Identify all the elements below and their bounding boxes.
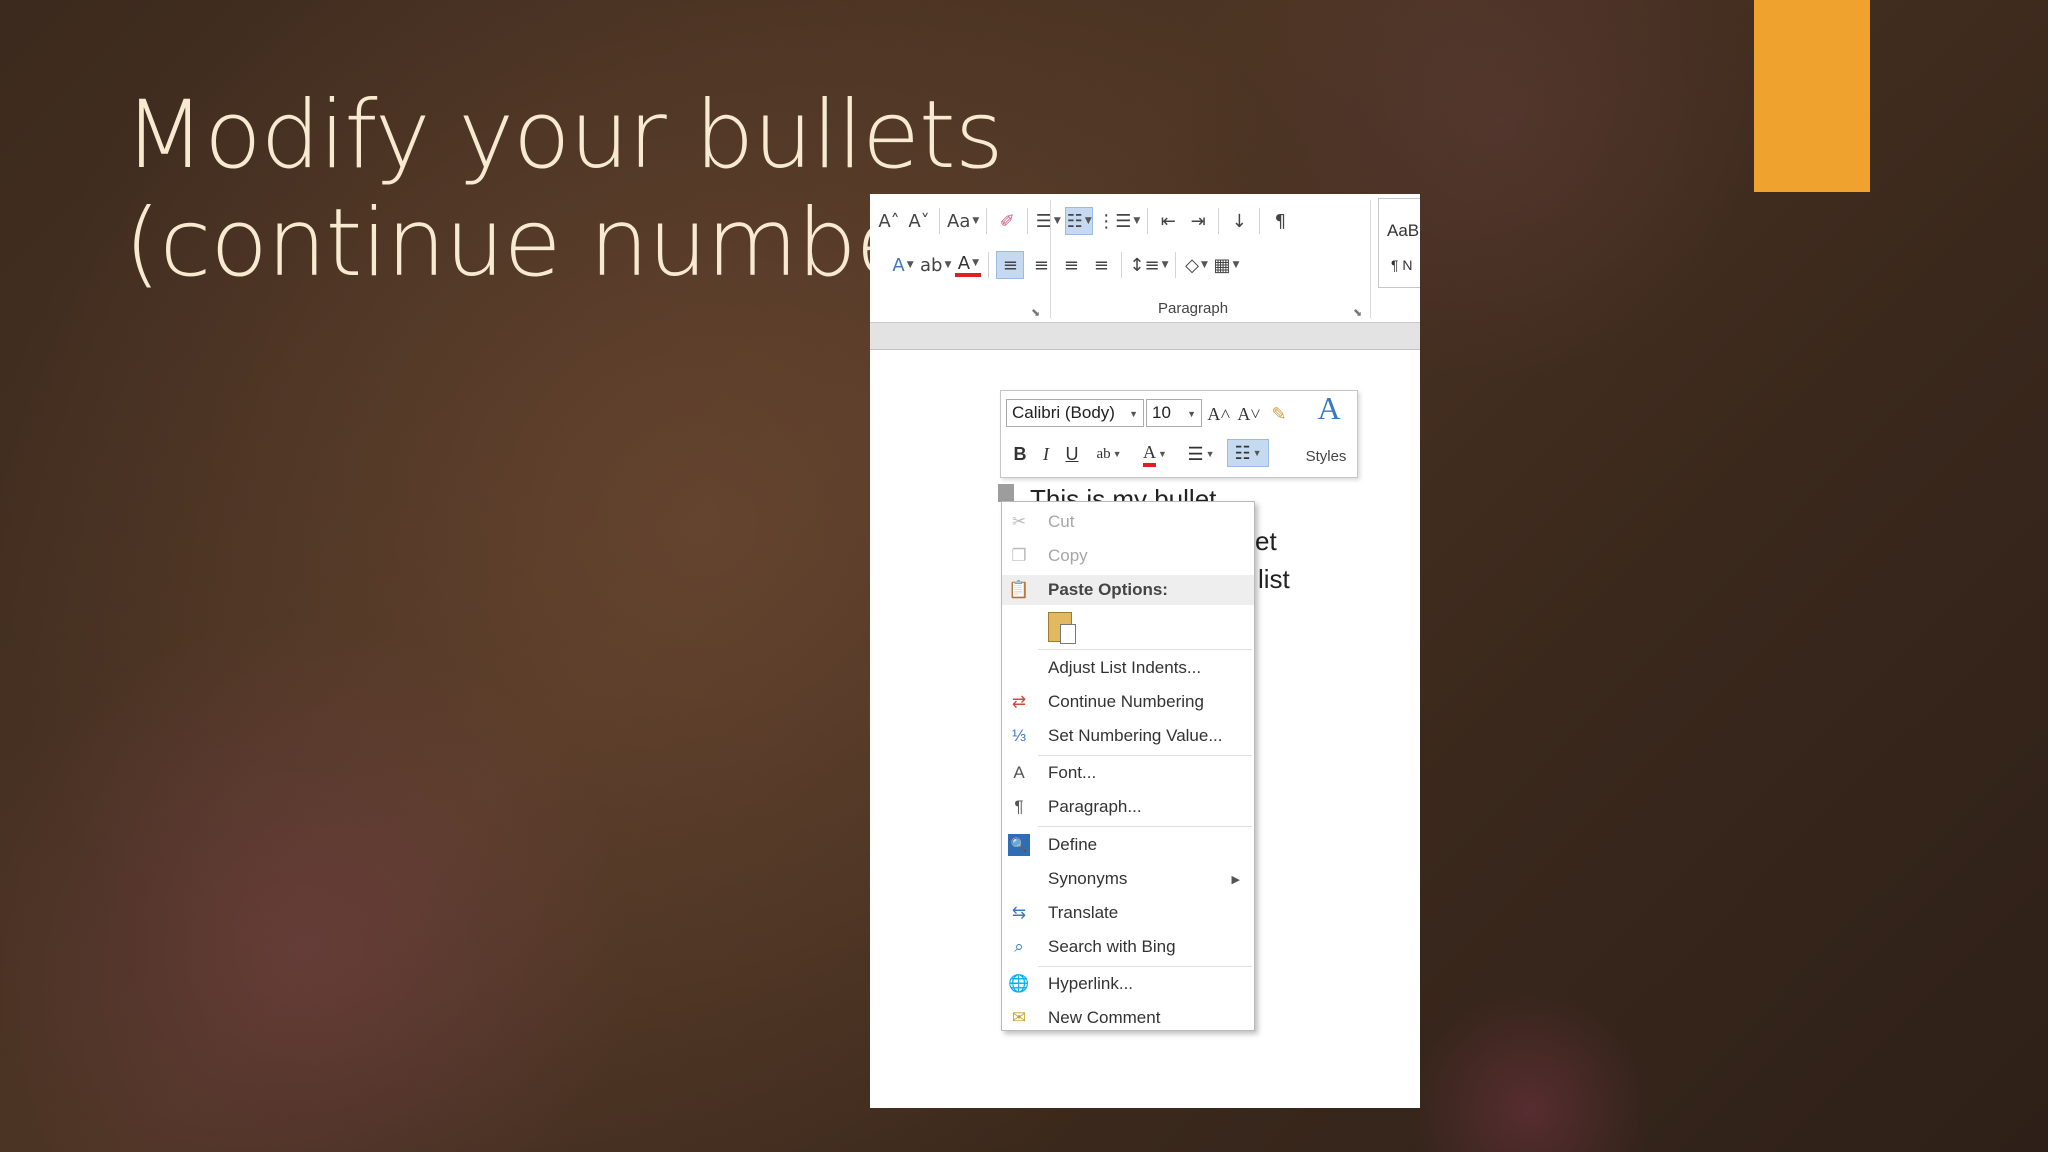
menu-item-continue-numbering[interactable]: ⇄ Continue Numbering — [1002, 687, 1254, 717]
separator — [1175, 252, 1177, 278]
font-dialog-launcher-icon[interactable]: ⬊ — [1031, 306, 1040, 319]
ribbon: A˄ A˅ Aa ▼ ✐ ☰ ▼ ☷ ▼ ⋮☰ ▼ ⇤ ⇥ ↓ ¶ A ▼ ab ▼ A ▼ … — [870, 194, 1420, 322]
decrease-indent-icon[interactable]: ⇤ — [1155, 208, 1181, 234]
set-numbering-icon: ⅓ — [1011, 726, 1027, 745]
bullets-icon[interactable]: ☰ ▼ — [1181, 441, 1221, 467]
copy-icon: ❐ — [1011, 546, 1027, 565]
ribbon-row-1: A˄ A˅ Aa ▼ ✐ ☰ ▼ ☷ ▼ ⋮☰ ▼ ⇤ ⇥ ↓ ¶ — [874, 204, 1295, 238]
menu-item-font[interactable]: A Font... — [1002, 758, 1254, 788]
styles-preview-normal: AaB — [1387, 221, 1420, 240]
font-name-select[interactable]: Calibri (Body) ▼ — [1006, 399, 1144, 427]
ruler-band — [870, 322, 1420, 350]
menu-item-new-comment[interactable]: ✉ New Comment — [1002, 1003, 1254, 1033]
increase-indent-icon[interactable]: ⇥ — [1185, 208, 1211, 234]
mini-toolbar: Calibri (Body) ▼ 10 ▼ A˄ A˅ ✎ A Styles B I… — [1000, 390, 1358, 478]
styles-label[interactable]: Styles — [1299, 443, 1353, 469]
highlight-icon[interactable]: ab ▼ — [1089, 441, 1129, 467]
grow-font-icon[interactable]: A˄ — [1207, 401, 1231, 427]
underline-button[interactable]: U — [1061, 441, 1083, 467]
change-case-button[interactable]: Aa ▼ — [947, 208, 979, 234]
show-marks-icon[interactable]: ¶ — [1267, 208, 1293, 234]
ribbon-row-2: A ▼ ab ▼ A ▼ ≡ ≡ ≡ ≡ ↕≡ ▼ ◇ ▼ ▦ ▼ — [888, 248, 1241, 282]
numbering-icon[interactable]: ☷ ▼ — [1227, 439, 1269, 467]
word-screenshot: A˄ A˅ Aa ▼ ✐ ☰ ▼ ☷ ▼ ⋮☰ ▼ ⇤ ⇥ ↓ ¶ A ▼ ab ▼ A ▼ … — [870, 194, 1420, 1108]
menu-separator — [1038, 649, 1252, 650]
shrink-font-button[interactable]: A˅ — [906, 208, 932, 234]
line-spacing-icon[interactable]: ↕≡ ▼ — [1129, 252, 1168, 278]
font-color-icon[interactable]: A ▼ — [1135, 441, 1175, 467]
bullets-icon[interactable]: ☰ ▼ — [1035, 208, 1061, 234]
page-icon — [1060, 624, 1076, 644]
font-color-icon[interactable]: A ▼ — [955, 253, 982, 277]
menu-item-search-with-bing[interactable]: ⌕ Search with Bing — [1002, 932, 1254, 962]
font-size-select[interactable]: 10 ▼ — [1146, 399, 1202, 427]
context-menu: ✂ Cut ❐ Copy 📋 Paste Options: Adjust List I… — [1001, 501, 1255, 1031]
menu-separator — [1038, 755, 1252, 756]
scissors-icon: ✂ — [1011, 512, 1027, 531]
format-painter-icon[interactable]: ✎ — [1267, 401, 1291, 427]
justify-icon[interactable]: ≡ — [1088, 252, 1114, 278]
align-left-icon[interactable]: ≡ — [996, 251, 1025, 279]
menu-item-paste-options: 📋 Paste Options: — [1002, 575, 1254, 605]
menu-item-paragraph[interactable]: ¶ Paragraph... — [1002, 792, 1254, 822]
group-divider — [1370, 200, 1371, 318]
comment-icon: ✉ — [1011, 1008, 1027, 1027]
numbering-icon[interactable]: ☷ ▼ — [1065, 207, 1094, 235]
menu-item-hyperlink[interactable]: 🌐 Hyperlink... — [1002, 969, 1254, 999]
menu-separator — [1038, 826, 1252, 827]
doc-line-3[interactable]: list — [1258, 564, 1290, 595]
search-icon: ⌕ — [1014, 937, 1024, 956]
menu-item-translate[interactable]: ⇆ Translate — [1002, 898, 1254, 928]
selection-marker — [998, 484, 1014, 502]
font-icon: A — [1013, 763, 1025, 782]
menu-item-adjust-list-indents[interactable]: Adjust List Indents... — [1002, 653, 1254, 683]
menu-item-set-numbering-value[interactable]: ⅓ Set Numbering Value... — [1002, 721, 1254, 751]
shading-icon[interactable]: ◇ ▼ — [1183, 252, 1209, 278]
define-icon: 🔍 — [1008, 834, 1030, 856]
multilevel-list-icon[interactable]: ⋮☰ ▼ — [1097, 208, 1140, 234]
paragraph-dialog-launcher-icon[interactable]: ⬊ — [1353, 306, 1362, 319]
clear-formatting-icon[interactable]: ✐ — [994, 208, 1020, 234]
styles-icon[interactable]: A — [1307, 390, 1351, 426]
separator — [986, 208, 988, 234]
paste-keep-text-button[interactable] — [1046, 610, 1078, 646]
paragraph-icon: ¶ — [1014, 797, 1024, 816]
sort-icon[interactable]: ↓ — [1226, 208, 1252, 234]
translate-icon: ⇆ — [1011, 903, 1027, 922]
menu-item-cut[interactable]: ✂ Cut — [1002, 507, 1254, 537]
highlight-icon[interactable]: ab ▼ — [920, 252, 951, 278]
menu-separator — [1038, 966, 1252, 967]
bold-button[interactable]: B — [1009, 441, 1031, 467]
separator — [988, 252, 990, 278]
separator — [1121, 252, 1123, 278]
hyperlink-icon: 🌐 — [1008, 974, 1030, 993]
shrink-font-icon[interactable]: A˅ — [1237, 401, 1261, 427]
styles-preview-marker: ¶ N — [1391, 257, 1413, 273]
accent-bar — [1754, 0, 1870, 192]
separator — [939, 208, 940, 234]
separator — [1147, 208, 1149, 234]
separator — [1259, 208, 1261, 234]
grow-font-button[interactable]: A˄ — [876, 208, 902, 234]
separator — [1218, 208, 1220, 234]
paragraph-group-label: Paragraph — [1158, 300, 1229, 317]
menu-item-copy[interactable]: ❐ Copy — [1002, 541, 1254, 571]
submenu-arrow-icon: ▶ — [1231, 873, 1240, 886]
align-right-icon[interactable]: ≡ — [1058, 252, 1084, 278]
menu-item-synonyms[interactable]: Synonyms ▶ — [1002, 864, 1254, 894]
text-effects-icon[interactable]: A ▼ — [890, 252, 916, 278]
group-divider — [1050, 200, 1051, 318]
doc-line-2[interactable]: et — [1255, 526, 1277, 557]
separator — [1027, 208, 1029, 234]
italic-button[interactable]: I — [1035, 441, 1057, 467]
borders-icon[interactable]: ▦ ▼ — [1213, 252, 1240, 278]
menu-item-define[interactable]: 🔍 Define — [1002, 830, 1254, 860]
continue-numbering-icon: ⇄ — [1011, 692, 1027, 711]
paste-icon: 📋 — [1008, 580, 1030, 599]
styles-gallery[interactable]: AaB ¶ N — [1378, 198, 1420, 288]
